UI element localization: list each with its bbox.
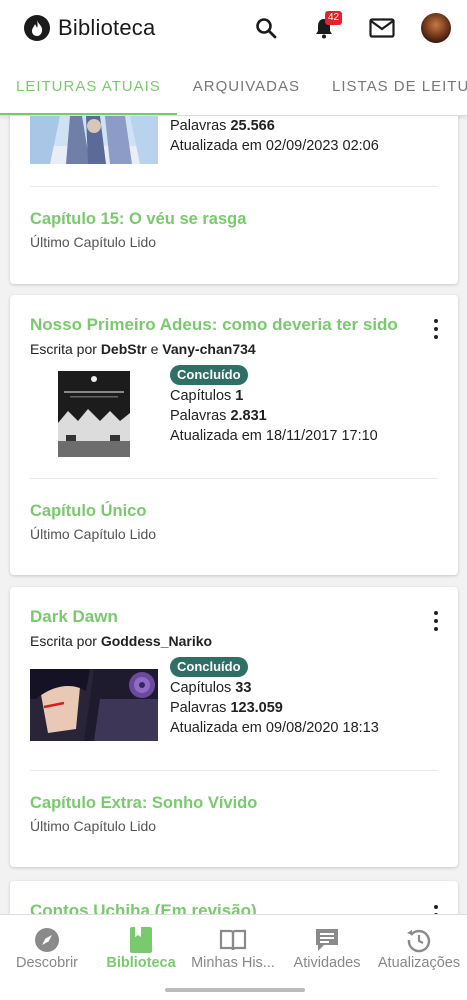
messages-button[interactable] — [353, 4, 411, 52]
last-chapter-label: Último Capítulo Lido — [30, 234, 157, 250]
nav-label: Biblioteca — [106, 955, 176, 971]
words-value: 123.059 — [230, 700, 283, 716]
reading-list[interactable]: Palavras 25.566 Atualizada em 02/09/2023… — [0, 116, 467, 916]
words-row: Palavras 2.831 — [170, 406, 378, 426]
chat-icon — [316, 929, 338, 951]
tab-reading-lists[interactable]: LISTAS DE LEITURA — [316, 56, 467, 115]
updated-value: 02/09/2023 02:06 — [265, 138, 379, 154]
words-value: 2.831 — [230, 408, 267, 424]
words-label: Palavras — [170, 118, 227, 134]
top-actions: 42 — [237, 4, 451, 52]
app-screen: Biblioteca 42 LEITURAS ATUAIS ARQUIVADAS… — [0, 0, 467, 1000]
system-home-indicator[interactable] — [165, 988, 305, 992]
updated-label: Atualizada em — [170, 720, 262, 736]
history-icon — [407, 929, 431, 953]
divider — [30, 478, 438, 479]
last-chapter-label: Último Capítulo Lido — [30, 526, 157, 542]
open-book-icon — [219, 929, 247, 951]
words-row: Palavras 123.059 — [170, 698, 379, 718]
written-by-label: Escrita por — [30, 633, 97, 649]
nav-activities[interactable]: Atividades — [286, 925, 368, 971]
tab-archived[interactable]: ARQUIVADAS — [177, 56, 316, 115]
updated-row: Atualizada em 18/11/2017 17:10 — [170, 426, 378, 446]
words-row: Palavras 25.566 — [170, 116, 379, 136]
story-cover-image[interactable] — [30, 116, 158, 164]
updated-value: 09/08/2020 18:13 — [265, 720, 379, 736]
nav-library[interactable]: Biblioteca — [100, 925, 182, 971]
words-value: 25.566 — [230, 118, 275, 134]
divider — [30, 770, 438, 771]
updated-label: Atualizada em — [170, 138, 262, 154]
updated-value: 18/11/2017 17:10 — [265, 428, 378, 444]
story-meta: Concluído Capítulos 33 Palavras 123.059 … — [170, 657, 379, 738]
story-title[interactable]: Nosso Primeiro Adeus: como deveria ter s… — [30, 315, 398, 335]
nav-my-stories[interactable]: Minhas His... — [184, 925, 282, 971]
library-tabs: LEITURAS ATUAIS ARQUIVADAS LISTAS DE LEI… — [0, 56, 467, 116]
chapters-row: Capítulos 1 — [170, 386, 378, 406]
chapters-label: Capítulos — [170, 388, 232, 404]
flame-logo-icon[interactable] — [24, 15, 50, 41]
status-badge: Concluído — [170, 657, 248, 677]
author-line: Escrita por DebStr e Vany-chan734 — [30, 341, 256, 357]
avatar[interactable] — [421, 13, 451, 43]
story-title[interactable]: Dark Dawn — [30, 607, 118, 627]
notification-badge: 42 — [325, 11, 343, 25]
chapters-row: Capítulos 33 — [170, 678, 379, 698]
top-bar: Biblioteca 42 — [0, 0, 467, 56]
author-link[interactable]: DebStr — [101, 341, 147, 357]
status-badge: Concluído — [170, 365, 248, 385]
mail-icon — [369, 18, 395, 38]
story-card[interactable]: Dark Dawn Escrita por Goddess_Nariko Con… — [10, 587, 458, 867]
nav-label: Atividades — [293, 955, 361, 971]
words-label: Palavras — [170, 408, 227, 424]
nav-discover[interactable]: Descobrir — [8, 925, 86, 971]
more-options-icon[interactable] — [428, 317, 444, 341]
story-meta: Concluído Capítulos 1 Palavras 2.831 Atu… — [170, 365, 378, 446]
author-conjunction: e — [150, 341, 159, 357]
story-card[interactable]: Palavras 25.566 Atualizada em 02/09/2023… — [10, 116, 458, 284]
chapters-value: 33 — [235, 680, 252, 696]
more-options-icon[interactable] — [428, 609, 444, 633]
nav-updates[interactable]: Atualizações — [372, 925, 466, 971]
last-chapter-link[interactable]: Capítulo 15: O véu se rasga — [30, 210, 246, 229]
written-by-label: Escrita por — [30, 341, 97, 357]
notifications-button[interactable]: 42 — [295, 4, 353, 52]
updated-label: Atualizada em — [170, 428, 262, 444]
story-meta: Palavras 25.566 Atualizada em 02/09/2023… — [170, 116, 379, 156]
search-icon — [256, 18, 277, 39]
tab-current-reads[interactable]: LEITURAS ATUAIS — [0, 56, 177, 115]
last-chapter-link[interactable]: Capítulo Único — [30, 502, 146, 521]
bookmark-book-icon — [130, 927, 152, 953]
divider — [30, 186, 438, 187]
story-card[interactable]: Contos Uchiha (Em revisão) — [10, 881, 458, 916]
chapters-label: Capítulos — [170, 680, 232, 696]
app-title: Biblioteca — [58, 15, 156, 40]
story-card[interactable]: Nosso Primeiro Adeus: como deveria ter s… — [10, 295, 458, 575]
nav-label: Atualizações — [377, 955, 461, 971]
story-cover-image[interactable] — [30, 669, 158, 741]
chapters-value: 1 — [235, 388, 244, 404]
search-button[interactable] — [237, 4, 295, 52]
updated-row: Atualizada em 09/08/2020 18:13 — [170, 718, 379, 738]
last-chapter-link[interactable]: Capítulo Extra: Sonho Vívido — [30, 794, 257, 813]
compass-icon — [35, 928, 59, 952]
nav-label: Minhas His... — [191, 955, 275, 971]
words-label: Palavras — [170, 700, 227, 716]
last-chapter-label: Último Capítulo Lido — [30, 818, 157, 834]
author-link[interactable]: Goddess_Nariko — [101, 633, 212, 649]
story-cover-image[interactable] — [58, 371, 130, 457]
author-link[interactable]: Vany-chan734 — [162, 341, 255, 357]
nav-label: Descobrir — [15, 955, 79, 971]
author-line: Escrita por Goddess_Nariko — [30, 633, 212, 649]
updated-row: Atualizada em 02/09/2023 02:06 — [170, 136, 379, 156]
